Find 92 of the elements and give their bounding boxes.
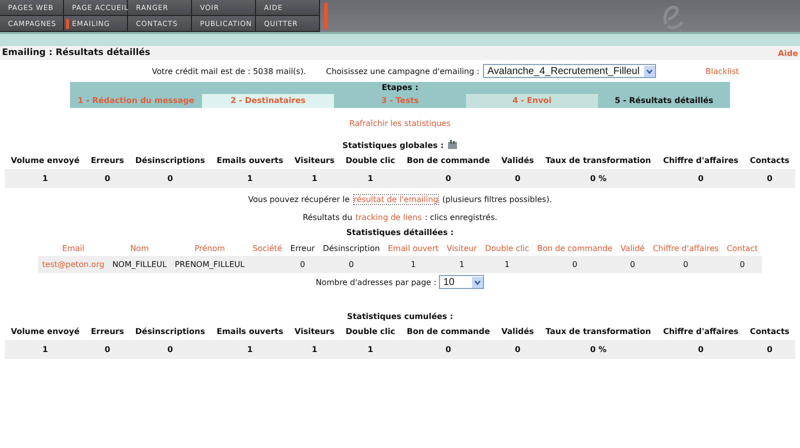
- column-header: Contacts: [744, 152, 795, 169]
- column-header: Désinscriptions: [129, 152, 211, 169]
- section-title: Statistiques cumulées :: [346, 312, 454, 320]
- campaign-select[interactable]: Avalanche_4_Recrutement_Filleul: [483, 64, 656, 78]
- column-header: Emails ouverts: [210, 152, 290, 169]
- export-link[interactable]: résultat de l'emailing: [352, 194, 440, 204]
- tracking-link[interactable]: tracking de liens: [355, 212, 422, 222]
- table-cell: 1: [210, 340, 290, 359]
- column-header: Contacts: [744, 323, 795, 340]
- table-cell: 1: [210, 169, 290, 188]
- table-cell: NOM_FILLEUL: [108, 256, 171, 273]
- column-header: Double clic: [340, 152, 401, 169]
- table-cell: 0: [648, 256, 723, 273]
- campaign-label: Choisissez une campagne d'emailing :: [326, 66, 480, 76]
- table-cell: 0: [318, 256, 384, 273]
- table-cell: 0: [496, 169, 540, 188]
- column-header[interactable]: Double clic: [480, 240, 534, 256]
- table-cell: 0: [533, 256, 616, 273]
- table-cell: 0: [129, 340, 211, 359]
- table-cell: 1: [340, 340, 401, 359]
- step-tab[interactable]: 2 - Destinataires: [202, 94, 334, 108]
- nav-marker-icon: [324, 3, 328, 29]
- table-cell: 1: [480, 256, 534, 273]
- per-page-select[interactable]: 10: [439, 275, 484, 289]
- table-cell: PRENOM_FILLEUL: [170, 256, 249, 273]
- tracking-text: Résultats du: [302, 212, 352, 222]
- table-cell: 0: [286, 256, 319, 273]
- column-header: Volume envoyé: [5, 152, 86, 169]
- table-cell: 0: [85, 340, 130, 359]
- column-header: Volume envoyé: [5, 323, 86, 340]
- table-cell: 1: [442, 256, 481, 273]
- column-header: Erreurs: [85, 152, 130, 169]
- column-header: Taux de transformation: [539, 152, 658, 169]
- table-cell: 1: [5, 340, 86, 359]
- column-header[interactable]: Prénom: [170, 240, 249, 256]
- section-title: Statistiques globales :: [342, 140, 444, 150]
- column-header[interactable]: Email ouvert: [384, 240, 443, 256]
- table-cell: 0 %: [539, 169, 658, 188]
- column-header: Validés: [496, 152, 540, 169]
- table-cell: 0: [657, 169, 744, 188]
- export-text: Vous pouvez récupérer le: [248, 194, 350, 204]
- table-cell: 0: [129, 169, 211, 188]
- column-header: Visiteurs: [289, 152, 340, 169]
- column-header[interactable]: Visiteur: [442, 240, 481, 256]
- table-cell: 1: [340, 169, 401, 188]
- column-header[interactable]: Validé: [616, 240, 649, 256]
- column-header: Bon de commande: [400, 323, 496, 340]
- export-text: (plusieurs filtres possibles).: [442, 194, 552, 204]
- column-header[interactable]: Bon de commande: [533, 240, 616, 256]
- tracking-text: : clics enregistrés.: [424, 212, 498, 222]
- column-header[interactable]: Société: [248, 240, 286, 256]
- refresh-link[interactable]: Rafraîchir les statistiques: [349, 118, 451, 128]
- step-tab[interactable]: 4 - Envoi: [466, 94, 598, 108]
- column-header: Emails ouverts: [210, 323, 290, 340]
- column-header: Validés: [496, 323, 540, 340]
- column-header: Erreur: [286, 240, 319, 256]
- table-cell: 0: [400, 340, 496, 359]
- table-cell: 0: [616, 256, 649, 273]
- table-cell: 1: [289, 169, 340, 188]
- column-header: Visiteurs: [289, 323, 340, 340]
- table-cell: 0: [744, 340, 795, 359]
- table-cell[interactable]: test@peton.org: [38, 256, 108, 273]
- table-cell: 0: [722, 256, 762, 273]
- column-header[interactable]: Nom: [108, 240, 171, 256]
- table-cell: 1: [5, 169, 86, 188]
- column-header[interactable]: Email: [38, 240, 108, 256]
- column-header: Désinscriptions: [129, 323, 211, 340]
- column-header[interactable]: Chiffre d'affaires: [648, 240, 723, 256]
- column-header: Chiffre d'affaires: [657, 323, 744, 340]
- chart-icon: [446, 140, 458, 150]
- column-header: Double clic: [340, 323, 401, 340]
- column-header: Chiffre d'affaires: [657, 152, 744, 169]
- steps-title: Etapes :: [380, 82, 420, 94]
- section-title: Statistiques détaillées :: [346, 228, 454, 236]
- table-cell: 1: [384, 256, 443, 273]
- table-cell: 0: [744, 169, 795, 188]
- blacklist-link[interactable]: Blacklist: [706, 66, 739, 76]
- column-header: Désinscription: [318, 240, 384, 256]
- table-cell: 0: [400, 169, 496, 188]
- credit-text: Votre crédit mail est de : 5038 mail(s).: [152, 66, 306, 76]
- table-cell: 0: [657, 340, 744, 359]
- table-cell: 1: [289, 340, 340, 359]
- column-header: Bon de commande: [400, 152, 496, 169]
- help-link[interactable]: Aide: [778, 48, 798, 58]
- column-header: Erreurs: [85, 323, 130, 340]
- page-title: Emailing : Résultats détaillés: [2, 48, 150, 58]
- column-header[interactable]: Contact: [722, 240, 762, 256]
- table-cell: 0: [496, 340, 540, 359]
- per-page-label: Nombre d'adresses par page :: [316, 278, 436, 286]
- table-cell: 0: [85, 169, 130, 188]
- table-cell: 0 %: [539, 340, 658, 359]
- column-header: Taux de transformation: [539, 323, 658, 340]
